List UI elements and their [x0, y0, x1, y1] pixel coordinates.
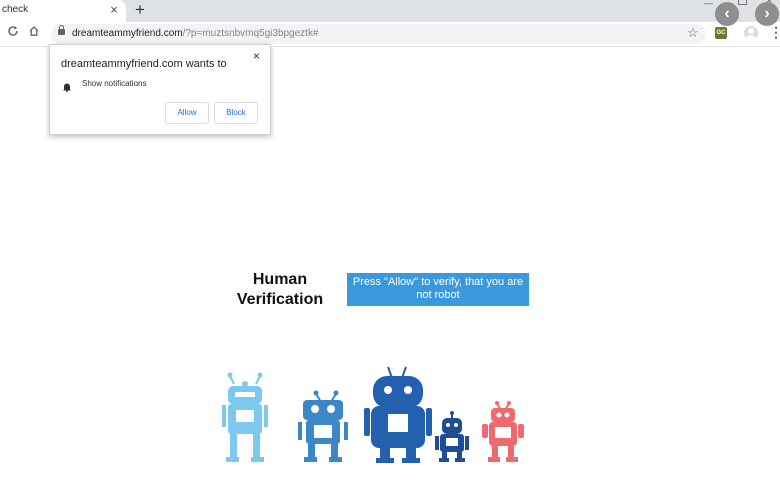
lock-icon[interactable] — [58, 25, 65, 35]
robot-red — [482, 401, 524, 462]
block-button[interactable]: Block — [214, 102, 258, 124]
permission-label: Show notifications — [82, 79, 147, 88]
heading-line-1: Human — [252, 271, 308, 288]
url-path: /?p=muztsnbvmq5gi3bpgeztk# — [182, 28, 319, 39]
verify-line-1: Press "Allow" to verify, that you are — [352, 276, 524, 288]
back-arrow-icon[interactable]: ‹ — [715, 2, 739, 26]
address-bar[interactable]: dreamteammyfriend.com/?p=muztsnbvmq5gi3b… — [51, 24, 706, 44]
popup-title: dreamteammyfriend.com wants to — [61, 58, 227, 70]
extension-icon[interactable]: GC — [715, 27, 727, 39]
close-icon[interactable]: × — [253, 49, 260, 63]
tab-title: check — [2, 4, 29, 15]
robot-navy — [435, 411, 469, 462]
menu-icon[interactable]: ⋮ — [769, 24, 780, 40]
tab[interactable]: check × — [0, 0, 126, 22]
verify-instruction: Press "Allow" to verify, that you are no… — [347, 273, 529, 306]
robot-mid-blue — [298, 390, 348, 462]
profile-avatar[interactable] — [744, 26, 758, 40]
url-text[interactable]: dreamteammyfriend.com/?p=muztsnbvmq5gi3b… — [72, 28, 319, 39]
reload-icon[interactable] — [5, 25, 21, 41]
tab-close-icon[interactable]: × — [106, 2, 122, 18]
url-domain: dreamteammyfriend.com — [72, 28, 183, 39]
notification-permission-popup: × dreamteammyfriend.com wants to Show no… — [49, 44, 271, 135]
new-tab-button[interactable]: + — [131, 1, 149, 19]
robot-light-blue — [222, 372, 268, 462]
robot-dark-blue — [364, 366, 432, 463]
tab-strip: check × + — × — [0, 0, 780, 22]
home-icon[interactable] — [26, 25, 42, 41]
allow-button[interactable]: Allow — [165, 102, 209, 124]
robots-illustration — [222, 366, 524, 463]
minimize-icon[interactable]: — — [704, 0, 718, 8]
heading-line-2: Verification — [236, 291, 324, 308]
maximize-icon[interactable] — [738, 0, 747, 5]
verify-line-2: not robot — [416, 289, 460, 301]
page-heading: Human Verification — [222, 270, 338, 310]
forward-arrow-icon[interactable]: › — [755, 2, 779, 26]
bell-icon — [62, 79, 74, 93]
star-icon[interactable]: ☆ — [687, 25, 699, 41]
